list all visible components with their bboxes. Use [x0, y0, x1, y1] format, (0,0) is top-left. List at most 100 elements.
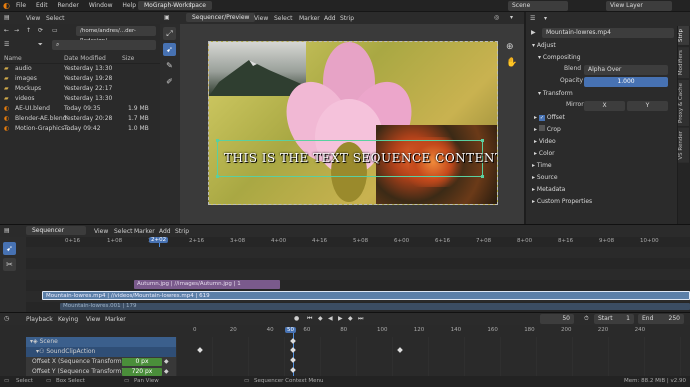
preview-canvas[interactable]: THIS IS THE TEXT SEQUENCE CONTENT: [208, 41, 498, 205]
parent-dir-icon[interactable]: ↑: [26, 27, 31, 34]
file-row[interactable]: ▰ images Yesterday 19:28: [0, 74, 160, 84]
view-type-dropdown[interactable]: Sequencer/Preview: [186, 13, 256, 22]
tab-proxy-cache[interactable]: Proxy & Cache: [678, 80, 689, 127]
tl-menu-playback[interactable]: Playback: [26, 316, 53, 323]
back-icon[interactable]: ←: [4, 27, 9, 34]
prev-key-icon[interactable]: ◆: [318, 315, 323, 322]
gizmo-icon[interactable]: ▾: [510, 14, 513, 21]
preview-range-icon[interactable]: ⏱: [584, 315, 589, 323]
tab-strip[interactable]: Strip: [678, 26, 689, 45]
start-frame-field[interactable]: Start 1: [594, 314, 634, 324]
timeline-ruler[interactable]: 0 20 40 50 60 80 100 120 140 160 180 200 220 240: [176, 327, 690, 336]
source-section[interactable]: ▸ Source: [526, 172, 677, 184]
video-section[interactable]: ▸ Video: [526, 136, 677, 148]
sample-tool-icon[interactable]: ✐: [163, 75, 176, 88]
file-row[interactable]: ▰ videos Yesterday 13:30: [0, 94, 160, 104]
text-strip-box[interactable]: THIS IS THE TEXT SEQUENCE CONTENT: [216, 139, 497, 178]
time-section[interactable]: ▸ Time: [526, 160, 677, 172]
tl-current-frame[interactable]: 50: [285, 327, 296, 333]
seq-current-frame[interactable]: 2+02: [149, 237, 169, 243]
crop-section[interactable]: ▸ Crop: [526, 124, 677, 136]
play-reverse-icon[interactable]: ◀: [328, 315, 333, 322]
color-section[interactable]: ▸ Color: [526, 148, 677, 160]
seq-menu-strip[interactable]: Strip: [175, 228, 189, 235]
next-key-icon[interactable]: ◆: [348, 315, 353, 322]
file-row[interactable]: ▰ Mockups Yesterday 22:17: [0, 84, 160, 94]
display-mode-icon[interactable]: ☰: [4, 41, 9, 48]
tl-menu-marker[interactable]: Marker: [105, 316, 126, 323]
offset-section[interactable]: ▸ ✓ Offset: [526, 112, 677, 124]
filter-icon[interactable]: ⏷: [38, 41, 43, 49]
strip-mountain[interactable]: Mountain-lowres.mp4 | //videos/Mountain-…: [42, 291, 690, 300]
path-field[interactable]: /home/andres/...der-Redesign/: [76, 26, 156, 44]
custom-properties-section[interactable]: ▸ Custom Properties: [526, 196, 677, 208]
blade-tool-icon[interactable]: ✂: [3, 258, 16, 271]
transform-section[interactable]: ▾ Transform: [526, 88, 677, 100]
seq-menu-add[interactable]: Add: [159, 228, 171, 235]
select-tool-icon[interactable]: ➹: [163, 43, 176, 56]
file-row[interactable]: ◐ AE-UI.blend Today 09:35 1.9 MB: [0, 104, 160, 114]
new-folder-icon[interactable]: ▭: [52, 27, 58, 34]
seq-menu-view[interactable]: View: [94, 228, 108, 235]
offset-y-value[interactable]: 720 px: [122, 368, 162, 376]
opacity-slider[interactable]: 1.000: [584, 77, 668, 87]
pan-icon[interactable]: ✋: [506, 58, 517, 68]
scene-field[interactable]: Scene: [508, 1, 568, 11]
strip-mountain-audio[interactable]: Mountain-lowres.001 | 179: [60, 303, 690, 310]
file-row[interactable]: ◐ Motion-Graphics-... Today 09:42 1.0 MB: [0, 124, 160, 134]
pv-menu-select[interactable]: Select: [274, 15, 293, 22]
column-name[interactable]: Name: [4, 55, 22, 62]
editor-type-icon[interactable]: ▣: [164, 14, 170, 21]
search-input[interactable]: ⌕: [52, 40, 156, 50]
editor-type-icon[interactable]: ◷: [4, 315, 9, 322]
seq-menu-select[interactable]: Select: [114, 228, 133, 235]
fb-menu-select[interactable]: Select: [46, 15, 65, 22]
file-row[interactable]: ▰ audio Yesterday 13:30: [0, 64, 160, 74]
properties-editor-icon[interactable]: ☰: [530, 15, 535, 22]
column-date[interactable]: Date Modified: [64, 55, 106, 62]
pv-menu-add[interactable]: Add: [324, 15, 336, 22]
pv-menu-view[interactable]: View: [254, 15, 268, 22]
mirror-y-toggle[interactable]: Y: [627, 101, 668, 111]
compositing-section[interactable]: ▾ Compositing: [526, 52, 677, 64]
refresh-icon[interactable]: ⟳: [38, 27, 43, 34]
transform-tool-icon[interactable]: ⤢: [163, 27, 176, 40]
editor-type-icon[interactable]: ▤: [4, 227, 10, 234]
crop-checkbox[interactable]: [538, 125, 545, 131]
menu-help[interactable]: Help: [122, 2, 136, 9]
menu-window[interactable]: Window: [89, 2, 113, 9]
properties-menu-icon[interactable]: ▾: [544, 15, 547, 22]
tl-menu-view[interactable]: View: [86, 316, 100, 323]
jump-end-icon[interactable]: ⏭: [358, 315, 363, 323]
select-tool-icon[interactable]: ➹: [3, 242, 16, 255]
forward-icon[interactable]: →: [14, 27, 19, 34]
strip-name-field[interactable]: Mountain-lowres.mp4: [542, 28, 674, 38]
annotate-tool-icon[interactable]: ✎: [163, 59, 176, 72]
keyframe-icon[interactable]: ◆: [164, 357, 169, 367]
menu-render[interactable]: Render: [58, 2, 79, 9]
strip-autumn[interactable]: Autumn.jpg | //images/Autumn.jpg | 1: [134, 280, 280, 289]
channel-offset-x[interactable]: Offset X (Sequence Transform) 0 px ◆: [26, 357, 176, 367]
sequencer-dropdown[interactable]: Sequencer: [26, 226, 86, 235]
offset-checkbox[interactable]: ✓: [538, 115, 545, 121]
channel-action[interactable]: ▾⚇ SoundClipAction: [26, 347, 176, 357]
blend-dropdown[interactable]: Alpha Over: [584, 65, 668, 75]
blender-logo-icon[interactable]: ◐: [3, 1, 10, 10]
record-icon[interactable]: ●: [294, 315, 299, 322]
adjust-section[interactable]: ▾ Adjust: [526, 40, 677, 52]
sequencer-ruler[interactable]: 0+161+081+162+163+084+004+165+086+006+16…: [26, 238, 690, 247]
tab-modifiers[interactable]: Modifiers: [678, 46, 689, 79]
current-frame-field[interactable]: 50: [540, 314, 574, 324]
offset-x-value[interactable]: 0 px: [122, 358, 162, 366]
end-frame-field[interactable]: End 250: [638, 314, 684, 324]
menu-file[interactable]: File: [16, 2, 26, 9]
pv-menu-strip[interactable]: Strip: [340, 15, 354, 22]
tab-vs-render[interactable]: VS Render: [678, 128, 689, 163]
fb-menu-view[interactable]: View: [26, 15, 40, 22]
add-workspace-icon[interactable]: +: [188, 1, 193, 8]
editor-type-icon[interactable]: ▤: [4, 14, 10, 21]
column-size[interactable]: Size: [122, 55, 134, 62]
mirror-x-toggle[interactable]: X: [584, 101, 625, 111]
tl-menu-keying[interactable]: Keying: [58, 316, 78, 323]
channel-scene[interactable]: ▾◈ Scene: [26, 337, 176, 347]
